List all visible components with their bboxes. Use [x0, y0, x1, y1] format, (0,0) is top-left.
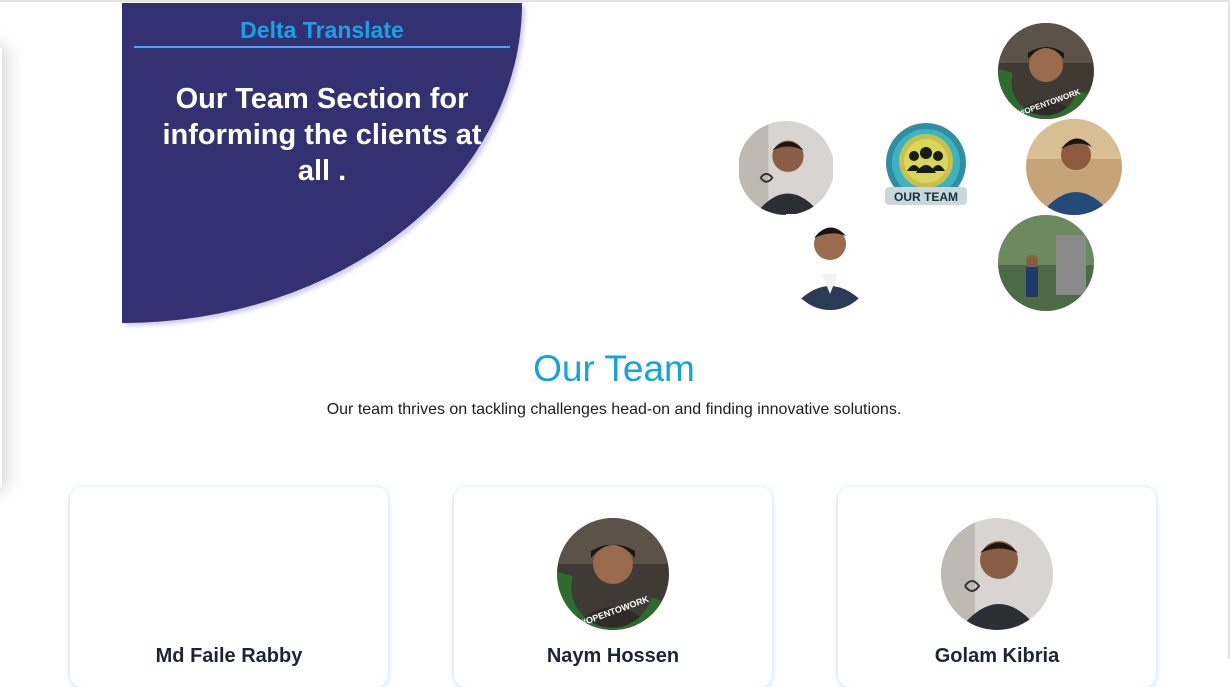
page-top-border: [0, 0, 1230, 2]
member-card[interactable]: Md Faile Rabby: [70, 487, 388, 687]
section-title: Our Team: [533, 348, 695, 389]
section-description: Our team thrives on tackling challenges …: [326, 401, 902, 418]
brand-name[interactable]: Delta Translate: [134, 17, 510, 44]
our-team-badge: OUR TEAM: [883, 121, 969, 211]
side-drawer-edge: [0, 45, 2, 490]
hero-banner: Delta Translate Our Team Section for inf…: [122, 3, 522, 323]
member-card[interactable]: #OPENTOWORK Naym Hossen: [454, 487, 772, 687]
member-name: Golam Kibria: [934, 645, 1060, 667]
collage-avatar-1: #OPENTOWORK: [998, 23, 1094, 119]
hero-headline: Our Team Section for informing the clien…: [162, 83, 482, 187]
collage-avatar-4: [786, 214, 874, 310]
brand-divider: [134, 46, 510, 48]
collage-avatar-5: [998, 215, 1094, 311]
member-photo: #OPENTOWORK: [557, 518, 669, 630]
member-name: Naym Hossen: [546, 645, 680, 667]
collage-avatar-2: [738, 121, 834, 215]
collage-avatar-3: [1026, 119, 1122, 215]
team-badge-label: OUR TEAM: [894, 190, 958, 204]
member-card[interactable]: Golam Kibria: [838, 487, 1156, 687]
member-name: Md Faile Rabby: [155, 645, 303, 667]
member-photo: [941, 518, 1053, 630]
